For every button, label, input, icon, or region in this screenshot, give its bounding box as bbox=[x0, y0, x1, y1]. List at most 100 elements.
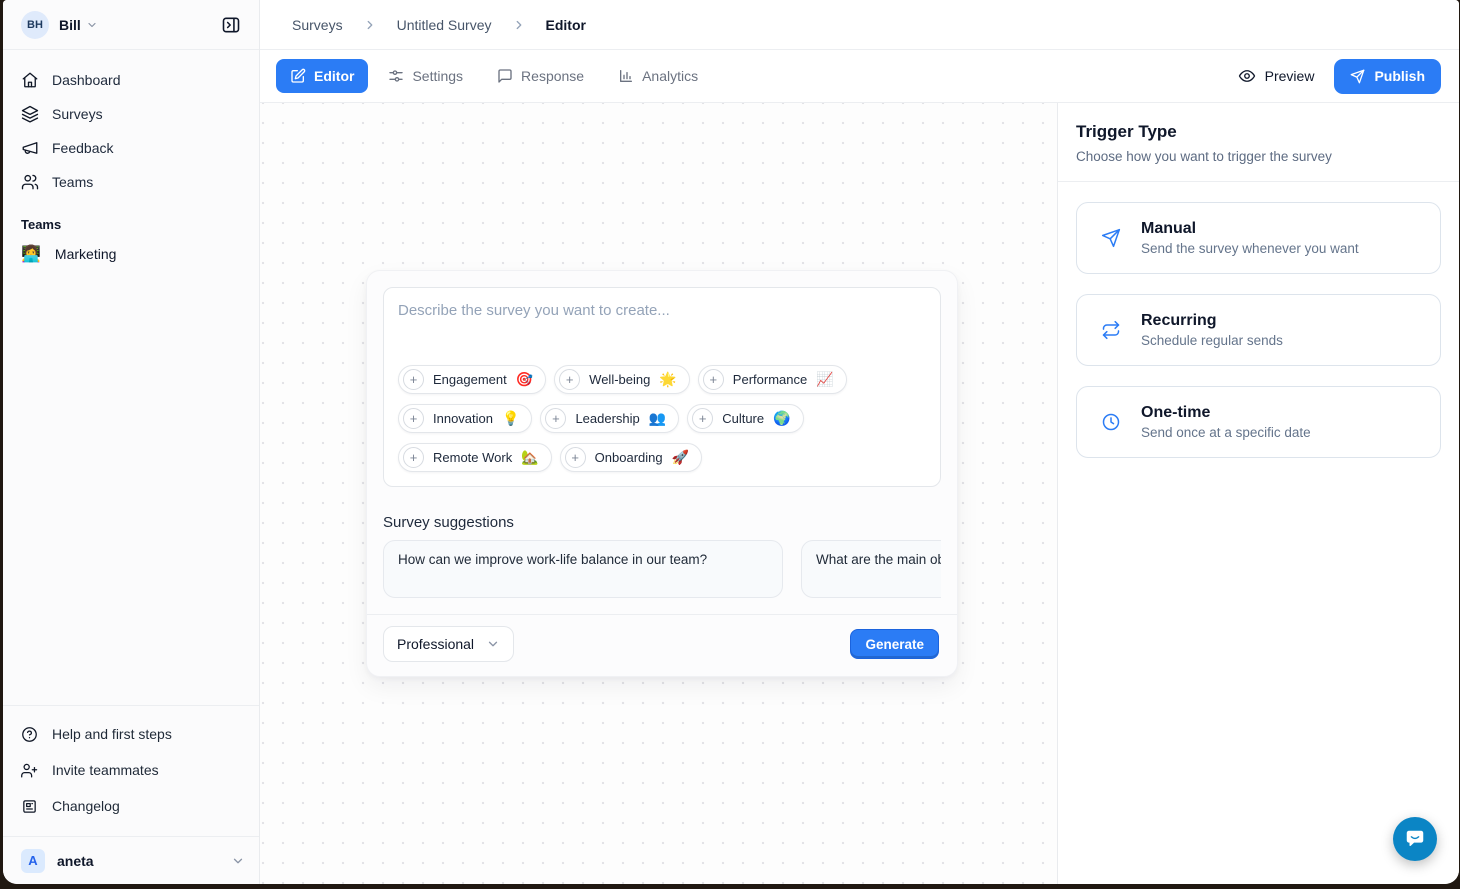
users-icon bbox=[21, 173, 39, 191]
chip-label: Remote Work bbox=[433, 450, 512, 465]
tone-value: Professional bbox=[397, 636, 474, 652]
chip-emoji-icon: 🌍 bbox=[773, 410, 790, 427]
home-icon bbox=[21, 71, 39, 89]
repeat-icon bbox=[1101, 320, 1121, 340]
breadcrumb-surveys[interactable]: Surveys bbox=[292, 17, 343, 33]
sidebar-nav: Dashboard Surveys Feedback Teams bbox=[3, 50, 259, 199]
survey-composer-card: Describe the survey you want to create..… bbox=[366, 270, 958, 677]
sidebar-item-team[interactable]: 👩‍💻 Marketing bbox=[3, 236, 259, 272]
editor-toolbar: Editor Settings Response Analyti bbox=[260, 50, 1459, 103]
add-icon: + bbox=[703, 369, 724, 390]
suggestions-row: How can we improve work-life balance in … bbox=[383, 540, 941, 598]
editor-canvas: Describe the survey you want to create..… bbox=[260, 103, 1057, 884]
chevron-down-icon bbox=[486, 637, 500, 651]
changelog-icon bbox=[21, 797, 39, 815]
topic-chip[interactable]: + Engagement 🎯 bbox=[398, 365, 546, 394]
chevron-down-icon bbox=[86, 19, 98, 31]
chip-label: Leadership bbox=[575, 411, 639, 426]
account-name: aneta bbox=[57, 853, 94, 869]
preview-button[interactable]: Preview bbox=[1238, 67, 1315, 85]
chip-label: Innovation bbox=[433, 411, 493, 426]
chip-label: Well-being bbox=[589, 372, 650, 387]
sidebar-item[interactable]: Surveys bbox=[13, 97, 249, 131]
sidebar-toggle-icon[interactable] bbox=[215, 9, 247, 41]
add-icon: + bbox=[565, 447, 586, 468]
sidebar-footer-item[interactable]: Invite teammates bbox=[13, 752, 249, 788]
breadcrumb: Surveys Untitled Survey Editor bbox=[292, 17, 586, 33]
toolbar-tab[interactable]: Settings bbox=[374, 59, 477, 93]
sidebar-footer-item[interactable]: Changelog bbox=[13, 788, 249, 824]
breadcrumb-bar: Surveys Untitled Survey Editor bbox=[260, 0, 1459, 50]
paper-plane-icon bbox=[1350, 69, 1365, 84]
topic-chip[interactable]: + Performance 📈 bbox=[698, 365, 847, 394]
teams-section-label: Teams bbox=[3, 199, 259, 236]
trigger-panel: Trigger Type Choose how you want to trig… bbox=[1057, 103, 1459, 884]
layers-icon bbox=[21, 105, 39, 123]
app-window: BH Bill Dashboard Surveys bbox=[3, 0, 1459, 884]
workspace-switcher[interactable]: BH Bill bbox=[3, 0, 259, 50]
chip-label: Onboarding bbox=[595, 450, 663, 465]
chevron-right-icon bbox=[363, 18, 377, 32]
send-icon bbox=[1101, 228, 1121, 248]
trigger-options: Manual Send the survey whenever you want… bbox=[1058, 182, 1459, 478]
toolbar-tab[interactable]: Analytics bbox=[604, 59, 712, 93]
tab-label: Settings bbox=[412, 68, 463, 84]
topic-chip[interactable]: + Leadership 👥 bbox=[540, 404, 679, 433]
topic-chip[interactable]: + Innovation 💡 bbox=[398, 404, 532, 433]
sidebar-footer-item[interactable]: Help and first steps bbox=[13, 716, 249, 752]
chat-launcher-button[interactable] bbox=[1393, 817, 1437, 861]
toolbar-tab[interactable]: Response bbox=[483, 59, 598, 93]
topic-chip[interactable]: + Remote Work 🏡 bbox=[398, 443, 552, 472]
suggestion-text: How can we improve work-life balance in … bbox=[398, 552, 707, 567]
breadcrumb-survey-name[interactable]: Untitled Survey bbox=[397, 17, 492, 33]
add-icon: + bbox=[403, 369, 424, 390]
editor-tabs: Editor Settings Response Analyti bbox=[276, 59, 712, 93]
trigger-option-description: Send the survey whenever you want bbox=[1141, 241, 1359, 256]
chip-emoji-icon: 🏡 bbox=[521, 449, 538, 466]
topic-chips: + Engagement 🎯 + Well-being 🌟 bbox=[398, 365, 926, 472]
chevron-right-icon bbox=[512, 18, 526, 32]
topic-chip[interactable]: + Onboarding 🚀 bbox=[560, 443, 702, 472]
megaphone-icon bbox=[21, 139, 39, 157]
clock-icon bbox=[1101, 412, 1121, 432]
chevron-down-icon bbox=[231, 854, 245, 868]
topic-chip[interactable]: + Culture 🌍 bbox=[687, 404, 803, 433]
survey-prompt-input[interactable]: Describe the survey you want to create..… bbox=[383, 287, 941, 487]
trigger-option-title: Recurring bbox=[1141, 312, 1283, 330]
trigger-option-title: One-time bbox=[1141, 404, 1311, 422]
tab-label: Analytics bbox=[642, 68, 698, 84]
suggestions-title: Survey suggestions bbox=[383, 514, 941, 531]
chat-bubble-icon bbox=[1404, 828, 1426, 850]
publish-button[interactable]: Publish bbox=[1334, 59, 1441, 94]
sidebar-item[interactable]: Dashboard bbox=[13, 63, 249, 97]
sidebar-item[interactable]: Teams bbox=[13, 165, 249, 199]
account-avatar: A bbox=[21, 849, 45, 873]
user-plus-icon bbox=[21, 761, 39, 779]
workspace-name: Bill bbox=[59, 17, 81, 33]
tone-select[interactable]: Professional bbox=[383, 626, 514, 662]
trigger-option-card[interactable]: Recurring Schedule regular sends bbox=[1076, 294, 1441, 366]
team-emoji-icon: 👩‍💻 bbox=[21, 244, 41, 264]
tab-label: Response bbox=[521, 68, 584, 84]
topic-chip[interactable]: + Well-being 🌟 bbox=[554, 365, 690, 394]
message-icon bbox=[497, 68, 513, 84]
suggestion-card[interactable]: What are the main ob bbox=[801, 540, 941, 598]
sidebar-item-label: Surveys bbox=[52, 106, 103, 122]
suggestion-card[interactable]: How can we improve work-life balance in … bbox=[383, 540, 783, 598]
add-icon: + bbox=[403, 447, 424, 468]
trigger-option-card[interactable]: Manual Send the survey whenever you want bbox=[1076, 202, 1441, 274]
sliders-icon bbox=[388, 68, 404, 84]
account-menu[interactable]: A aneta bbox=[3, 836, 259, 884]
add-icon: + bbox=[559, 369, 580, 390]
add-icon: + bbox=[403, 408, 424, 429]
sidebar-item[interactable]: Feedback bbox=[13, 131, 249, 165]
footer-item-label: Changelog bbox=[52, 798, 120, 814]
generate-button[interactable]: Generate bbox=[850, 629, 939, 659]
toolbar-tab[interactable]: Editor bbox=[276, 59, 368, 93]
trigger-panel-header: Trigger Type Choose how you want to trig… bbox=[1058, 103, 1459, 182]
trigger-panel-subtitle: Choose how you want to trigger the surve… bbox=[1076, 149, 1441, 164]
add-icon: + bbox=[692, 408, 713, 429]
trigger-option-card[interactable]: One-time Send once at a specific date bbox=[1076, 386, 1441, 458]
footer-item-label: Help and first steps bbox=[52, 726, 172, 742]
chip-emoji-icon: 🎯 bbox=[516, 371, 533, 388]
